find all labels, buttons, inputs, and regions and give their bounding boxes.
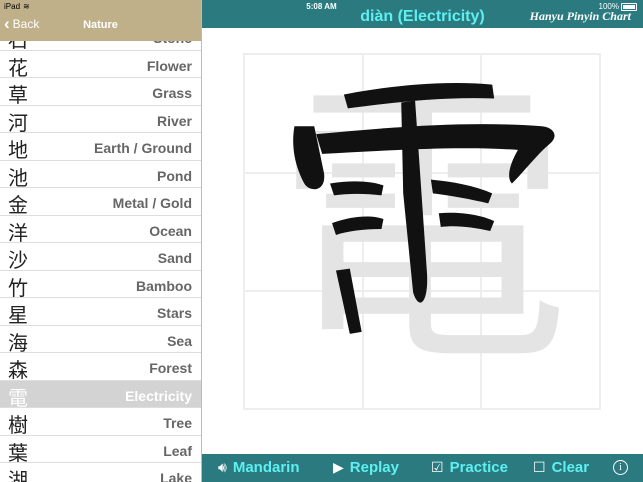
bottom-toolbar: 🔊︎ Mandarin ▶ Replay ☑ Practice ☐ Clear … [202,454,643,482]
character-display: 電 [274,57,571,402]
status-bar: iPad ≋ 5:08 AM 100% [0,0,643,13]
practice-toggle[interactable]: ☑ Practice [431,459,508,476]
list-item-label: Electricity [125,387,192,404]
list-item-character: 金 [8,193,28,217]
checkbox-empty-icon: ☐ [533,459,546,475]
list-item-character: 草 [8,83,28,107]
mandarin-label: Mandarin [232,459,300,476]
play-icon: ▶ [333,459,344,475]
list-item-character: 竹 [8,275,28,300]
list-item[interactable]: 沙 Sand [0,243,201,272]
list-item-character: 洋 [8,220,28,245]
list-item[interactable]: 電 Electricity [0,380,201,410]
list-item-character: 海 [8,330,28,355]
list-item[interactable]: 洋 Ocean [0,216,201,245]
list-item[interactable]: 竹 Bamboo [0,271,201,300]
list-item-character: 河 [8,110,28,135]
list-item-label: Leaf [163,442,192,459]
list-item-character: 樹 [8,413,28,437]
list-item-label: Forest [149,360,192,376]
list-item[interactable]: 地 Earth / Ground [0,133,201,162]
list-item-character: 沙 [8,248,28,272]
list-item-character: 地 [8,138,28,162]
list-item-character: 森 [8,358,28,382]
mandarin-button[interactable]: 🔊︎ Mandarin [218,459,300,476]
list-item-label: Bamboo [136,277,192,294]
list-item-character: 花 [8,55,28,80]
list-item[interactable]: 湖 Lake [0,463,201,482]
list-item-character: 電 [8,385,28,410]
list-item[interactable]: 海 Sea [0,326,201,355]
list-item-label: Sand [157,250,192,266]
list-item-label: Earth / Ground [94,140,192,156]
list-item-label: River [156,112,192,129]
sidebar-title: Nature [83,19,118,31]
list-item-label: Flower [146,57,192,74]
list-item-label: Ocean [149,222,192,239]
character-list[interactable]: 石Stone花Flower草Grass河River地Earth / Ground… [0,23,201,482]
list-item-character: 池 [8,165,28,190]
list-item-label: Stars [156,305,192,321]
list-item[interactable]: 樹 Tree [0,408,201,437]
list-item[interactable]: 森 Forest [0,353,201,382]
list-item-character: 湖 [8,468,28,482]
list-item-character: 星 [8,303,28,327]
practice-label: Practice [449,459,508,476]
list-item-label: Lake [160,470,192,482]
replay-button[interactable]: ▶ Replay [333,459,399,476]
list-item-label: Grass [152,85,192,101]
list-item-label: Metal / Gold [112,195,192,211]
list-item[interactable]: 花 Flower [0,51,201,80]
list-item[interactable]: 草 Grass [0,78,201,107]
battery-indicator: 100% [599,2,637,11]
list-item[interactable]: 葉 Leaf [0,436,201,465]
info-icon[interactable]: i [613,460,628,475]
list-item[interactable]: 河 River [0,106,201,135]
status-time: 5:08 AM [306,2,337,11]
list-item[interactable]: 金 Metal / Gold [0,188,201,217]
clear-label: Clear [551,459,590,476]
list-item[interactable]: 池 Pond [0,161,201,190]
clear-toggle[interactable]: ☐ Clear [533,459,589,476]
checkbox-checked-icon: ☑ [431,459,444,475]
list-item-label: Sea [167,332,192,349]
sidebar: ‹ Back Nature 石Stone花Flower草Grass河River地… [0,0,202,482]
list-item-label: Tree [163,415,192,431]
speaker-icon: 🔊︎ [218,459,227,475]
list-item-label: Pond [157,167,192,184]
list-item[interactable]: 星 Stars [0,298,201,327]
list-item-character: 葉 [8,440,28,465]
battery-icon [621,2,637,11]
replay-label: Replay [349,459,399,476]
writing-canvas[interactable]: 電 [243,53,601,410]
